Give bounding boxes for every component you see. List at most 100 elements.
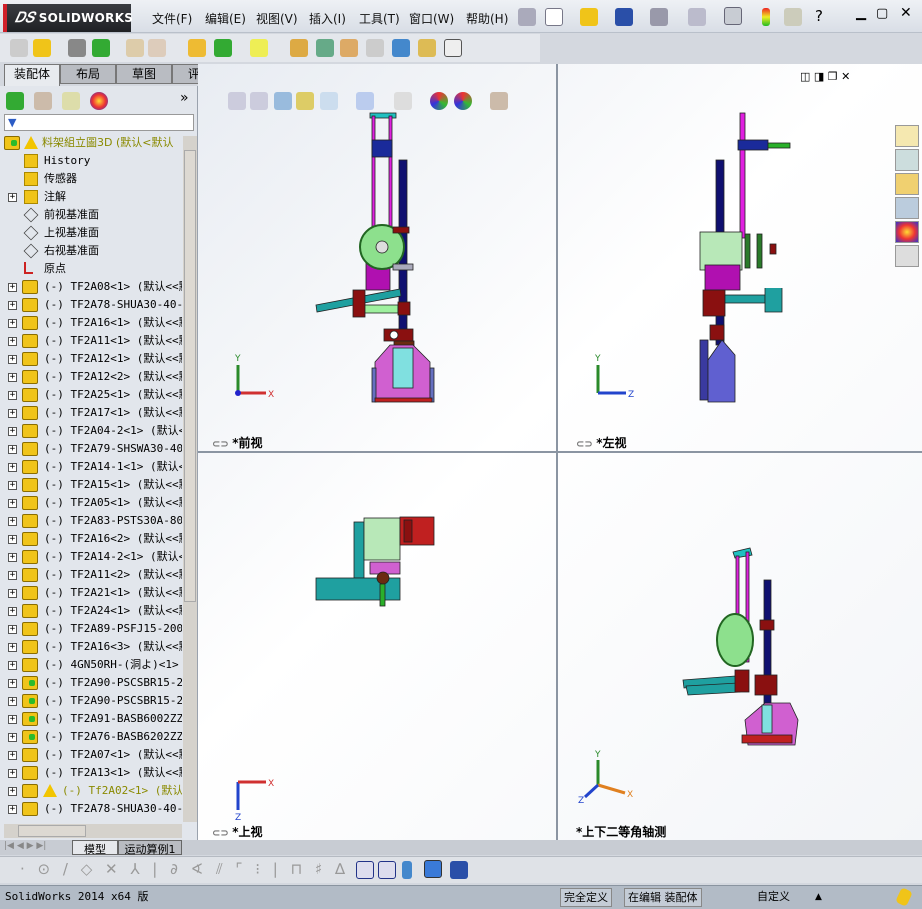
exploded-view-icon[interactable]	[340, 39, 358, 57]
expand-icon[interactable]: +	[8, 481, 17, 490]
component-row[interactable]: + (-) TF2A11<2> (默认<<默	[0, 566, 182, 584]
document-properties-icon[interactable]	[444, 39, 462, 57]
expand-icon[interactable]: +	[8, 517, 17, 526]
expand-icon[interactable]: +	[8, 733, 17, 742]
component-row[interactable]: + (-) TF2A16<2> (默认<<默	[0, 530, 182, 548]
expand-icon[interactable]: +	[8, 283, 17, 292]
mate-icon[interactable]	[68, 39, 86, 57]
open-icon[interactable]	[580, 8, 598, 26]
print-icon[interactable]	[650, 8, 668, 26]
expand-icon[interactable]: +	[8, 571, 17, 580]
expand-icon[interactable]: +	[8, 553, 17, 562]
interference-icon[interactable]	[418, 39, 436, 57]
expand-icon[interactable]: +	[8, 409, 17, 418]
new-part-icon[interactable]	[33, 39, 51, 57]
help-icon[interactable]: ?	[815, 7, 823, 25]
component-row[interactable]: + (-) TF2A07<1> (默认<<默	[0, 746, 182, 764]
tab-sketch[interactable]: 草图	[116, 64, 172, 84]
component-row[interactable]: + (-) TF2A25<1> (默认<<默	[0, 386, 182, 404]
menu-tools[interactable]: 工具(T)	[359, 10, 400, 27]
component-row[interactable]: + (-) TF2A89-PSFJ15-200-(	[0, 620, 182, 638]
tree-vertical-scrollbar[interactable]	[183, 136, 197, 822]
menu-view[interactable]: 视图(V)	[256, 10, 298, 27]
feature-tree-tab-icon[interactable]	[6, 92, 24, 110]
isometric-icon[interactable]	[424, 860, 442, 878]
minimize-icon[interactable]: ▁	[856, 6, 866, 21]
tree-item[interactable]: 原点	[0, 260, 182, 278]
insert-component-icon[interactable]	[10, 39, 28, 57]
expand-icon[interactable]: +	[8, 769, 17, 778]
tree-item[interactable]: 传感器	[0, 170, 182, 188]
show-hidden-icon[interactable]	[188, 39, 206, 57]
bill-of-materials-icon[interactable]	[316, 39, 334, 57]
display-manager-tab-icon[interactable]	[90, 92, 108, 110]
units-arrow-icon[interactable]: ▲	[815, 886, 822, 908]
expand-icon[interactable]: +	[8, 193, 17, 202]
expand-icon[interactable]: +	[8, 607, 17, 616]
instant3d-icon[interactable]	[392, 39, 410, 57]
expand-icon[interactable]: +	[8, 373, 17, 382]
component-row[interactable]: + (-) TF2A78-SHUA30-40-(M	[0, 296, 182, 314]
task-pane-view-palette-icon[interactable]	[895, 197, 919, 219]
four-view-icon[interactable]	[378, 861, 396, 879]
component-row[interactable]: + (-) TF2A12<1> (默认<<默	[0, 350, 182, 368]
expand-icon[interactable]: +	[8, 391, 17, 400]
expand-icon[interactable]: +	[8, 427, 17, 436]
expand-icon[interactable]: +	[8, 751, 17, 760]
expand-icon[interactable]: +	[8, 337, 17, 346]
options-icon[interactable]	[784, 8, 802, 26]
component-row[interactable]: + (-) 4GN50RH-(洞よ)<1> (	[0, 656, 182, 674]
scrollbar-thumb[interactable]	[184, 150, 196, 602]
expand-icon[interactable]: +	[8, 319, 17, 328]
pin-icon[interactable]	[518, 8, 536, 26]
component-row[interactable]: + (-) TF2A13<1> (默认<<默	[0, 764, 182, 782]
component-row[interactable]: + (-) TF2A11<1> (默认<<默	[0, 332, 182, 350]
component-row[interactable]: + (-) Tf2A02<1> (默认<<	[0, 782, 182, 800]
expand-icon[interactable]: +	[8, 589, 17, 598]
task-pane-file-explorer-icon[interactable]	[895, 173, 919, 195]
new-motion-study-icon[interactable]	[290, 39, 308, 57]
expand-icon[interactable]: +	[8, 463, 17, 472]
expand-icon[interactable]: +	[8, 499, 17, 508]
close-icon[interactable]: ✕	[900, 5, 912, 21]
tab-assembly[interactable]: 装配体	[4, 64, 60, 86]
component-row[interactable]: + (-) TF2A17<1> (默认<<默	[0, 404, 182, 422]
task-pane-custom-properties-icon[interactable]	[895, 245, 919, 267]
tree-root[interactable]: 料架組立圖3D (默认<默认	[0, 134, 182, 152]
hscroll-thumb[interactable]	[18, 825, 86, 837]
component-row[interactable]: + (-) TF2A78-SHUA30-40-(M	[0, 800, 182, 818]
rebuild-icon[interactable]	[762, 8, 770, 26]
expand-icon[interactable]: +	[8, 679, 17, 688]
configuration-manager-tab-icon[interactable]	[62, 92, 80, 110]
property-manager-tab-icon[interactable]	[34, 92, 52, 110]
expand-icon[interactable]: +	[8, 787, 17, 796]
expand-icon[interactable]: +	[8, 535, 17, 544]
component-row[interactable]: + (-) TF2A15<1> (默认<<默	[0, 476, 182, 494]
component-row[interactable]: + (-) TF2A05<1> (默认<<默	[0, 494, 182, 512]
component-row[interactable]: + (-) TF2A04-2<1> (默认<<	[0, 422, 182, 440]
tree-item[interactable]: 前视基准面	[0, 206, 182, 224]
expand-icon[interactable]: +	[8, 625, 17, 634]
component-row[interactable]: + (-) TF2A24<1> (默认<<默	[0, 602, 182, 620]
filter-input[interactable]: ▼	[4, 114, 194, 131]
new-document-icon[interactable]	[545, 8, 563, 26]
link-views-icon[interactable]: ⊂⊃	[212, 828, 232, 839]
expand-panel-icon[interactable]: »	[180, 90, 189, 106]
component-row[interactable]: + (-) TF2A90-PSCSBR15-21(	[0, 692, 182, 710]
component-row[interactable]: + (-) TF2A91-BASB6002ZZ-3	[0, 710, 182, 728]
sketch-tools-icons[interactable]: · ⊙ / ◇ ✕ ⅄ | ∂ ∢ ⫽ ⌜ ⁝ | ⊓ ♯ ∆	[20, 860, 349, 878]
expand-icon[interactable]: +	[8, 355, 17, 364]
tree-item[interactable]: History	[0, 152, 182, 170]
tree-item[interactable]: + 注解	[0, 188, 182, 206]
link-views-icon[interactable]: ⊂⊃	[576, 439, 596, 450]
component-row[interactable]: + (-) TF2A90-PSCSBR15-21(	[0, 674, 182, 692]
tab-scroll-arrows-icon[interactable]: |◀ ◀ ▶ ▶|	[4, 841, 46, 851]
menu-file[interactable]: 文件(F)	[152, 10, 192, 27]
move-component-icon[interactable]	[148, 39, 166, 57]
menu-help[interactable]: 帮助(H)	[466, 10, 508, 27]
expand-icon[interactable]: +	[8, 805, 17, 814]
tree-item[interactable]: 右视基准面	[0, 242, 182, 260]
menu-window[interactable]: 窗口(W)	[409, 10, 454, 27]
component-row[interactable]: + (-) TF2A76-BASB6202ZZ-5	[0, 728, 182, 746]
assembly-features-icon[interactable]	[214, 39, 232, 57]
